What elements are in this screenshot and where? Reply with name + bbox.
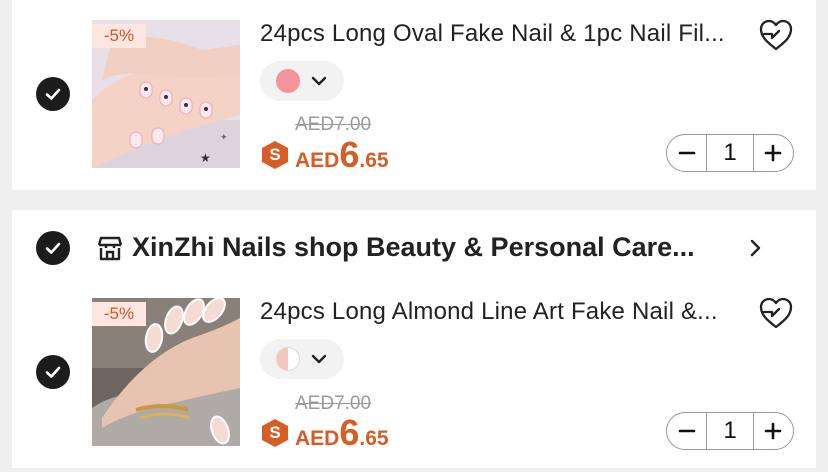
quantity-stepper: 1	[666, 412, 794, 450]
plus-button[interactable]	[754, 135, 793, 171]
svg-text:✦: ✦	[220, 133, 228, 143]
heart-plus-icon[interactable]	[757, 17, 795, 53]
chevron-right-icon[interactable]	[745, 238, 765, 258]
quantity-stepper: 1	[666, 134, 794, 172]
product-title[interactable]: 24pcs Long Almond Line Art Fake Nail &..…	[260, 298, 738, 326]
sale-price: AED6.65	[295, 134, 389, 176]
discount-tag: -5%	[92, 302, 146, 326]
checkmark-circle-icon[interactable]	[36, 77, 70, 111]
minus-button[interactable]	[667, 135, 706, 171]
product-image[interactable]: ★ ✦ -5%	[92, 20, 240, 168]
quantity-value[interactable]: 1	[706, 413, 754, 449]
sale-badge-letter: S	[269, 145, 281, 164]
price-decimal: .65	[359, 427, 389, 450]
price-currency: AED	[295, 427, 340, 450]
plus-icon	[764, 144, 782, 162]
store-checkmark-circle-icon[interactable]	[36, 231, 70, 265]
variant-selector[interactable]	[260, 339, 344, 379]
discount-tag: -5%	[92, 24, 146, 48]
quantity-value[interactable]: 1	[706, 135, 754, 171]
minus-icon	[678, 151, 695, 155]
sale-badge-letter: S	[269, 423, 281, 442]
heart-plus-icon[interactable]	[757, 295, 795, 331]
color-swatch	[276, 69, 300, 93]
price-integer: 6	[339, 134, 360, 175]
product-title[interactable]: 24pcs Long Oval Fake Nail & 1pc Nail Fil…	[260, 20, 738, 48]
plus-button[interactable]	[754, 413, 793, 449]
price-currency: AED	[295, 149, 340, 172]
price-decimal: .65	[359, 149, 389, 172]
variant-selector[interactable]	[260, 61, 344, 101]
chevron-down-icon	[311, 76, 327, 86]
product-image[interactable]: -5%	[92, 298, 240, 446]
store-icon	[97, 236, 123, 261]
plus-icon	[764, 422, 782, 440]
color-swatch	[276, 347, 300, 371]
minus-icon	[678, 429, 695, 433]
s-badge-icon: S	[260, 418, 290, 448]
store-group-card: XinZhi Nails shop Beauty & Personal Care…	[12, 210, 816, 468]
price-integer: 6	[339, 412, 360, 453]
cart-item-card: ★ ✦ -5% 24pcs Long Oval Fake Nail & 1pc …	[12, 0, 816, 190]
original-price: AED7.00	[295, 114, 372, 135]
chevron-down-icon	[311, 354, 327, 364]
store-name[interactable]: XinZhi Nails shop Beauty & Personal Care…	[132, 232, 732, 263]
sale-price: AED6.65	[295, 412, 389, 454]
s-badge-icon: S	[260, 140, 290, 170]
svg-text:★: ★	[200, 151, 211, 165]
checkmark-circle-icon[interactable]	[36, 355, 70, 389]
minus-button[interactable]	[667, 413, 706, 449]
